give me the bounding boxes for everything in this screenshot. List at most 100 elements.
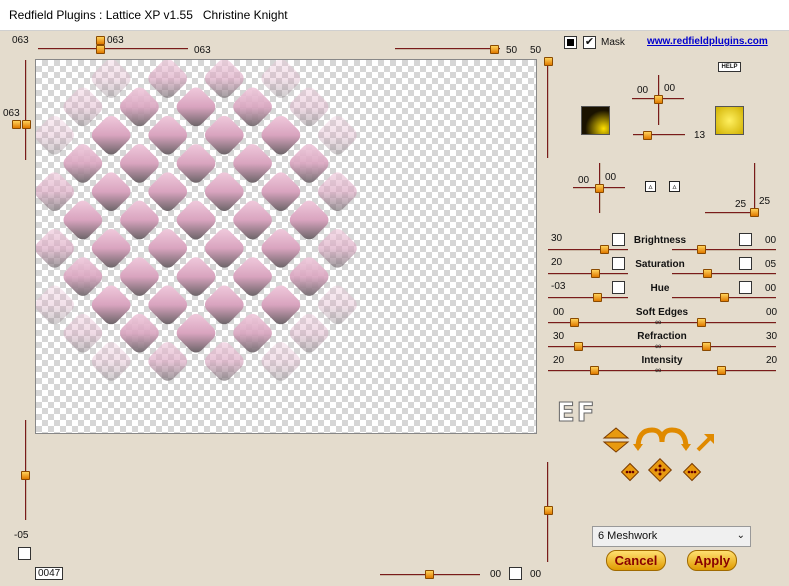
bevel-depth-track[interactable] — [705, 212, 755, 214]
link-chain-icon[interactable]: ∞ — [655, 341, 661, 351]
zoom-slider-track[interactable] — [395, 48, 500, 50]
bottom-slider-knob[interactable] — [425, 570, 434, 579]
lattice-tile — [261, 228, 301, 268]
left-vertical-knob-b[interactable] — [22, 120, 31, 129]
bevel-depth-knob[interactable] — [750, 208, 759, 217]
mask-color-box[interactable] — [564, 36, 577, 49]
adjust-left-value: -03 — [551, 281, 566, 292]
lattice-tile — [63, 313, 103, 353]
zoom-value-b: 50 — [530, 45, 542, 56]
lattice-tile — [318, 285, 357, 325]
bottom-left-checkbox[interactable] — [18, 547, 31, 560]
lattice-tile — [36, 115, 74, 155]
top-slider-knob-a[interactable] — [96, 36, 105, 45]
adjust-left-track[interactable] — [548, 297, 628, 299]
adjust-left-checkbox[interactable] — [612, 281, 625, 294]
apply-button[interactable]: Apply — [687, 550, 737, 571]
lattice-tile — [148, 115, 188, 155]
lattice-tile — [120, 257, 159, 296]
adjust-left-checkbox[interactable] — [612, 257, 625, 270]
light-size-track[interactable] — [633, 134, 685, 136]
adjust-right-knob[interactable] — [703, 269, 712, 278]
light-x-value: 00 — [637, 85, 649, 96]
zoom-slider-knob[interactable] — [490, 45, 499, 54]
left-vertical-track[interactable] — [25, 60, 27, 160]
rotate-left-icon[interactable] — [633, 427, 665, 451]
light-color-swatch-dark[interactable] — [581, 106, 610, 135]
adjust-left-value: 30 — [551, 233, 563, 244]
linked-right-knob[interactable] — [697, 318, 706, 327]
adjust-right-checkbox[interactable] — [739, 257, 752, 270]
dice-small-left-icon[interactable] — [620, 462, 640, 482]
linked-right-knob[interactable] — [702, 342, 711, 351]
arrow-diagonal-icon[interactable] — [696, 434, 714, 452]
adjust-left-knob[interactable] — [600, 245, 609, 254]
bevel-y-value: 00 — [605, 172, 617, 183]
title-bar: Redfield Plugins : Lattice XP v1.55 Chri… — [0, 0, 789, 31]
lattice-tile — [318, 228, 357, 268]
adjust-right-knob[interactable] — [697, 245, 706, 254]
bottom-right-vertical-knob[interactable] — [544, 506, 553, 515]
lattice-tile — [261, 115, 301, 155]
website-link[interactable]: www.redfieldplugins.com — [647, 36, 768, 47]
adjust-left-knob[interactable] — [593, 293, 602, 302]
adjust-left-checkbox[interactable] — [612, 233, 625, 246]
counter-box[interactable]: 0047 — [35, 567, 64, 580]
light-color-swatch-bright[interactable] — [715, 106, 744, 135]
lattice-tile — [318, 115, 357, 155]
light-size-knob[interactable] — [643, 131, 652, 140]
cancel-button[interactable]: Cancel — [606, 550, 666, 571]
dice-small-right-icon[interactable] — [682, 462, 702, 482]
adjust-left-track[interactable] — [548, 273, 628, 275]
light-position-knob[interactable] — [654, 95, 663, 104]
bevel-position-knob[interactable] — [595, 184, 604, 193]
dice-large-icon[interactable] — [647, 457, 673, 483]
adjust-label: Saturation — [635, 259, 685, 270]
flip-vertical-icon[interactable] — [602, 427, 630, 453]
top-slider-knob-b[interactable] — [96, 45, 105, 54]
light-y-value: 00 — [664, 83, 676, 94]
adjust-left-knob[interactable] — [591, 269, 600, 278]
lattice-tile — [204, 172, 244, 212]
lattice-tile — [176, 144, 216, 183]
lattice-tile — [36, 228, 74, 268]
adjust-right-knob[interactable] — [720, 293, 729, 302]
linked-track[interactable] — [548, 322, 776, 324]
right-vertical-track[interactable] — [547, 58, 549, 158]
adjust-right-track[interactable] — [672, 249, 776, 251]
linked-left-knob[interactable] — [574, 342, 583, 351]
bevel-depth-vertical-track[interactable] — [754, 163, 756, 213]
lattice-tile — [289, 87, 329, 127]
linked-right-knob[interactable] — [717, 366, 726, 375]
pattern-select[interactable]: 6 Meshwork ⌄ — [592, 526, 751, 547]
left-vertical-knob-a[interactable] — [12, 120, 21, 129]
top-slider-value-b: 063 — [194, 45, 211, 56]
help-button[interactable]: HELP — [718, 62, 741, 72]
mask-checkbox[interactable]: ✔ — [583, 36, 596, 49]
linked-track[interactable] — [548, 370, 776, 372]
lattice-tile — [261, 285, 301, 325]
adjust-right-checkbox[interactable] — [739, 233, 752, 246]
bottom-right-checkbox[interactable] — [509, 567, 522, 580]
lattice-tile — [91, 115, 131, 155]
bevel-triangle-b[interactable]: ▵ — [669, 181, 680, 192]
right-vertical-knob[interactable] — [544, 57, 553, 66]
linked-left-knob[interactable] — [570, 318, 579, 327]
lattice-tile — [91, 285, 131, 325]
adjust-right-checkbox[interactable] — [739, 281, 752, 294]
bevel-triangle-a[interactable]: ▵ — [645, 181, 656, 192]
adjust-right-track[interactable] — [672, 273, 776, 275]
link-chain-icon[interactable]: ∞ — [655, 317, 661, 327]
linked-left-knob[interactable] — [590, 366, 599, 375]
zoom-value-a: 50 — [506, 45, 518, 56]
adjust-left-track[interactable] — [548, 249, 628, 251]
bottom-left-vertical-knob[interactable] — [21, 471, 30, 480]
rotate-right-icon[interactable] — [659, 427, 691, 451]
bottom-left-vertical-track[interactable] — [25, 420, 27, 520]
top-slider-track[interactable] — [38, 48, 188, 50]
preview-canvas[interactable] — [35, 59, 537, 434]
link-chain-icon[interactable]: ∞ — [655, 365, 661, 375]
bevel-depth-value-b: 25 — [759, 196, 771, 207]
lattice-tile — [318, 172, 357, 212]
lattice-tile — [91, 228, 131, 268]
